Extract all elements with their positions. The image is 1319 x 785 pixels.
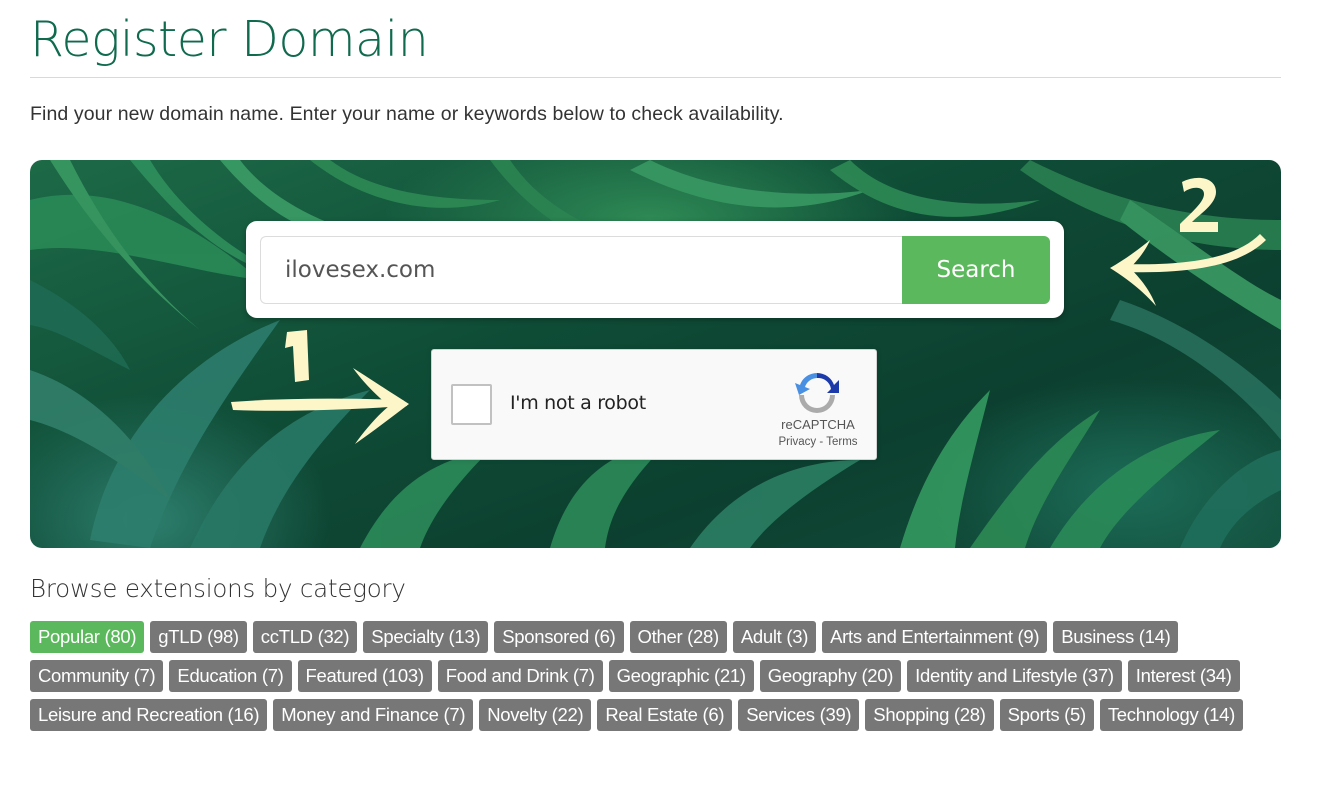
intro-text: Find your new domain name. Enter your na… xyxy=(30,103,784,125)
category-tag[interactable]: Arts and Entertainment (9) xyxy=(822,621,1048,653)
category-tag[interactable]: Adult (3) xyxy=(732,621,817,653)
arrow-right-icon xyxy=(231,398,407,411)
annotation-step-1 xyxy=(231,330,409,444)
recaptcha-logo-icon xyxy=(795,372,839,413)
category-tag[interactable]: Money and Finance (7) xyxy=(273,699,474,731)
title-divider xyxy=(30,77,1281,78)
category-tag[interactable]: Leisure and Recreation (16) xyxy=(30,699,268,731)
category-tag[interactable]: Real Estate (6) xyxy=(597,699,733,731)
category-tag[interactable]: Interest (34) xyxy=(1127,660,1240,692)
category-tag[interactable]: Geography (20) xyxy=(759,660,902,692)
step-1-number-icon xyxy=(285,330,309,382)
category-tag[interactable]: Education (7) xyxy=(169,660,292,692)
recaptcha-checkbox[interactable] xyxy=(451,384,492,425)
category-tag-list: Popular (80) gTLD (98) ccTLD (32) Specialty… xyxy=(30,621,1290,731)
domain-search-input[interactable] xyxy=(260,236,902,304)
search-banner: Search I'm not a robot reCAPTCHA Privacy… xyxy=(30,160,1281,548)
recaptcha-label: I'm not a robot xyxy=(510,392,646,414)
category-tag[interactable]: Novelty (22) xyxy=(479,699,592,731)
category-tag[interactable]: Services (39) xyxy=(738,699,860,731)
category-tag[interactable]: Specialty (13) xyxy=(363,621,489,653)
recaptcha-links: Privacy - Terms xyxy=(768,436,868,448)
category-tag[interactable]: Shopping (28) xyxy=(865,699,994,731)
category-tag[interactable]: Identity and Lifestyle (37) xyxy=(907,660,1122,692)
step-2-number-icon xyxy=(1180,177,1218,232)
category-tag[interactable]: Community (7) xyxy=(30,660,164,692)
recaptcha-separator: - xyxy=(819,436,824,448)
annotation-step-2 xyxy=(1110,177,1266,306)
category-tag[interactable]: gTLD (98) xyxy=(150,621,247,653)
domain-search-card: Search xyxy=(246,221,1064,318)
page-title: Register Domain xyxy=(30,11,429,68)
category-tag[interactable]: Business (14) xyxy=(1053,621,1179,653)
category-tag[interactable]: Geographic (21) xyxy=(608,660,754,692)
category-tag[interactable]: Featured (103) xyxy=(297,660,432,692)
category-tag[interactable]: Technology (14) xyxy=(1099,699,1243,731)
register-domain-page: Register Domain Find your new domain nam… xyxy=(0,0,1319,785)
browse-heading: Browse extensions by category xyxy=(30,574,406,603)
category-tag[interactable]: Sports (5) xyxy=(999,699,1094,731)
category-tag[interactable]: Popular (80) xyxy=(30,621,145,653)
search-button[interactable]: Search xyxy=(902,236,1050,304)
recaptcha-terms-link[interactable]: Terms xyxy=(826,436,857,448)
category-tag[interactable]: ccTLD (32) xyxy=(252,621,358,653)
recaptcha-privacy-link[interactable]: Privacy xyxy=(778,436,816,448)
category-tag[interactable]: Sponsored (6) xyxy=(494,621,624,653)
recaptcha-brand: reCAPTCHA xyxy=(781,417,855,432)
category-tag[interactable]: Other (28) xyxy=(629,621,727,653)
category-tag[interactable]: Food and Drink (7) xyxy=(437,660,603,692)
recaptcha-widget: I'm not a robot reCAPTCHA Privacy - Term… xyxy=(431,349,877,460)
